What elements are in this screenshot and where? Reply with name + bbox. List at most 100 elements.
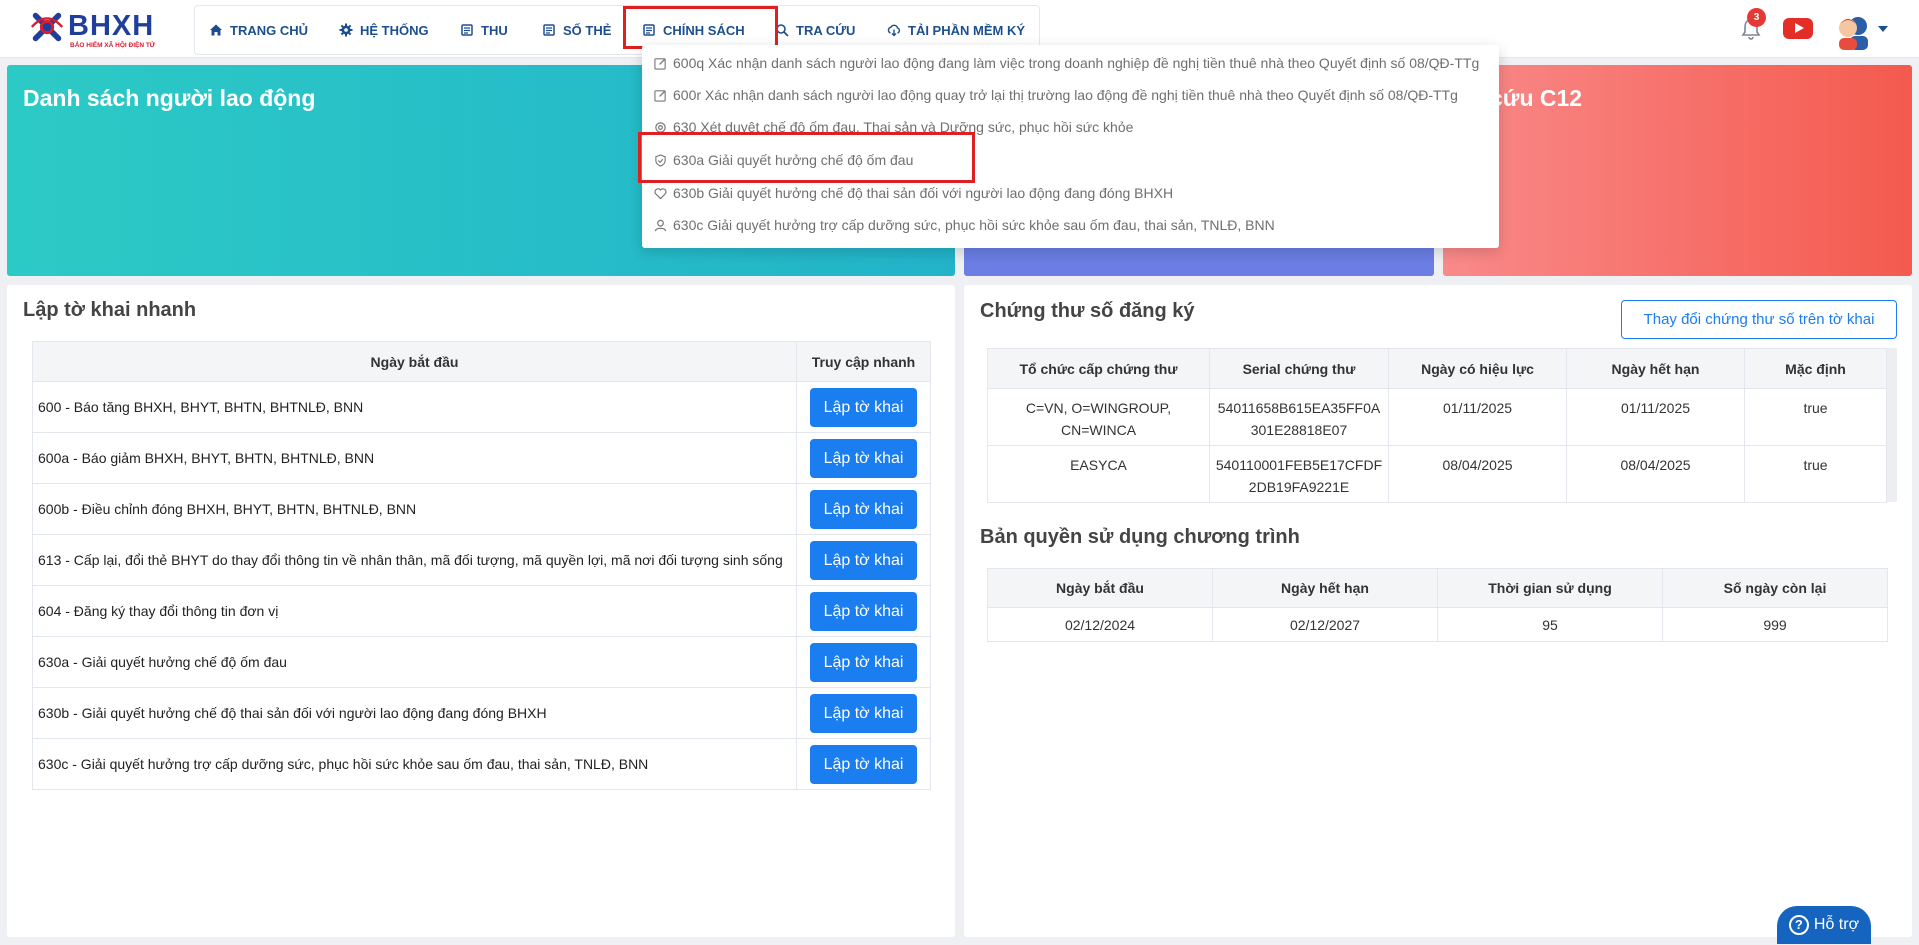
dropdown-item-630c[interactable]: 630c Giải quyết hưởng trợ cấp dưỡng sức,… (654, 212, 1275, 238)
nav-label: TRA CỨU (796, 22, 856, 38)
form-name: 604 - Đăng ký thay đổi thông tin đơn vị (32, 585, 797, 637)
cert-default: true (1744, 445, 1887, 503)
youtube-icon[interactable] (1783, 18, 1813, 39)
document-icon (643, 24, 655, 36)
nav-item-thu[interactable]: THU (460, 6, 508, 54)
nav-label: SỐ THẺ (563, 22, 612, 38)
cert-default: true (1744, 388, 1887, 446)
table-row: 630b - Giải quyết hưởng chế độ thai sản … (32, 687, 931, 739)
cert-serial: 2DB19FA9221E (1248, 479, 1350, 495)
column-header: Mặc định (1744, 348, 1887, 389)
create-declaration-button[interactable]: Lập tờ khai (810, 693, 917, 733)
cert-serial: 540110001FEB5E17CFDF (1215, 457, 1383, 473)
column-header: Thời gian sử dụng (1437, 568, 1663, 608)
table-row: 600 - Báo tăng BHXH, BHYT, BHTN, BHTNLĐ,… (32, 381, 931, 433)
quick-declaration-table: Ngày bắt đầu Truy cập nhanh 600 - Báo tă… (32, 341, 931, 790)
bhxh-logo[interactable]: BHXH BẢO HIỂM XÃ HỘI ĐIỆN TỬ (26, 6, 171, 52)
help-button[interactable]: ? Hỗ trợ (1777, 906, 1871, 944)
quick-declaration-panel: Lập tờ khai nhanh Ngày bắt đầu Truy cập … (7, 285, 955, 937)
dropdown-item-630[interactable]: 630 Xét duyệt chế độ ốm đau, Thai sản và… (654, 114, 1133, 140)
column-header: Ngày hết hạn (1566, 348, 1745, 389)
table-row: 600a - Báo giảm BHXH, BHYT, BHTN, BHTNLĐ… (32, 432, 931, 484)
table-scrollbar[interactable] (1887, 348, 1897, 502)
create-declaration-button[interactable]: Lập tờ khai (810, 387, 917, 427)
cert-serial: 54011658B615EA35FF0A (1217, 400, 1381, 416)
create-declaration-button[interactable]: Lập tờ khai (810, 540, 917, 580)
settings-icon (655, 121, 666, 133)
table-header-row: Ngày bắt đầu Ngày hết hạn Thời gian sử d… (987, 568, 1888, 608)
create-declaration-button[interactable]: Lập tờ khai (810, 642, 917, 682)
dropdown-item-label: 600r Xác nhận danh sách người lao động q… (673, 87, 1458, 103)
form-name: 600b - Điều chỉnh đóng BHXH, BHYT, BHTN,… (32, 483, 797, 535)
dropdown-item-label: 630c Giải quyết hưởng trợ cấp dưỡng sức,… (673, 217, 1275, 233)
column-header: Truy cập nhanh (796, 341, 931, 382)
create-declaration-button[interactable]: Lập tờ khai (810, 591, 917, 631)
nav-label: THU (481, 22, 508, 38)
license-used: 95 (1437, 607, 1663, 642)
dropdown-item-label: 630a Giải quyết hưởng chế độ ốm đau (673, 152, 914, 168)
nav-label: CHÍNH SÁCH (663, 22, 745, 38)
table-row: 02/12/2024 02/12/2027 95 999 (987, 607, 1888, 642)
gear-icon (339, 23, 353, 37)
column-header: Tổ chức cấp chứng thư (987, 348, 1210, 389)
dropdown-item-label: 630 Xét duyệt chế độ ốm đau, Thai sản và… (673, 119, 1134, 135)
cert-issuer: EASYCA (987, 445, 1210, 503)
license-remaining: 999 (1662, 607, 1888, 642)
column-header: Ngày hết hạn (1212, 568, 1438, 608)
dropdown-item-label: 630b Giải quyết hưởng chế độ thai sản đố… (673, 185, 1174, 201)
table-row: 630c - Giải quyết hưởng trợ cấp dưỡng sứ… (32, 738, 931, 790)
logo-subtitle: BẢO HIỂM XÃ HỘI ĐIỆN TỬ (70, 42, 156, 49)
bhxh-logo-icon (30, 12, 64, 42)
license-panel-title: Bản quyền sử dụng chương trình (980, 526, 1300, 548)
heart-icon (654, 187, 667, 199)
change-certificate-button[interactable]: Thay đổi chứng thư số trên tờ khai (1621, 300, 1897, 339)
nav-item-he-thong[interactable]: HỆ THỐNG (339, 6, 429, 54)
cert-panel-title: Chứng thư số đăng ký (980, 300, 1195, 322)
nav-item-so-the[interactable]: SỐ THẺ (542, 6, 611, 54)
nav-item-trang-chu[interactable]: TRANG CHỦ (209, 6, 308, 54)
table-row: 630a - Giải quyết hưởng chế độ ốm đau Lập… (32, 636, 931, 688)
user-icon (654, 219, 667, 231)
column-header: Ngày có hiệu lực (1388, 348, 1567, 389)
edit-icon (654, 89, 666, 102)
dropdown-item-630b[interactable]: 630b Giải quyết hưởng chế độ thai sản đố… (654, 180, 1173, 206)
table-header-row: Ngày bắt đầu Truy cập nhanh (32, 341, 931, 382)
cert-valid-from: 08/04/2025 (1388, 445, 1567, 503)
table-row[interactable]: EASYCA 540110001FEB5E17CFDF 2DB19FA9221E … (987, 445, 1887, 503)
form-name: 630c - Giải quyết hưởng trợ cấp dưỡng sứ… (32, 738, 797, 790)
form-name: 630a - Giải quyết hưởng chế độ ốm đau (32, 636, 797, 688)
cert-valid-to: 08/04/2025 (1566, 445, 1745, 503)
form-name: 613 - Cấp lại, đổi thẻ BHYT do thay đổi … (32, 534, 797, 586)
form-name: 600a - Báo giảm BHXH, BHYT, BHTN, BHTNLĐ… (32, 432, 797, 484)
certificate-table: Tổ chức cấp chứng thư Serial chứng thư N… (987, 348, 1887, 503)
table-row: 613 - Cấp lại, đổi thẻ BHYT do thay đổi … (32, 534, 931, 586)
chinh-sach-dropdown: 600q Xác nhận danh sách người lao động đ… (642, 45, 1499, 248)
home-icon (210, 24, 222, 36)
banner-c12[interactable]: cứu C12 (1443, 65, 1912, 276)
table-row: 604 - Đăng ký thay đổi thông tin đơn vị L… (32, 585, 931, 637)
license-end: 02/12/2027 (1212, 607, 1438, 642)
dropdown-item-630a[interactable]: 630a Giải quyết hưởng chế độ ốm đau (654, 147, 913, 173)
column-header: Số ngày còn lại (1662, 568, 1888, 608)
table-row[interactable]: C=VN, O=WINGROUP, CN=WINCA 54011658B615E… (987, 388, 1887, 446)
help-label: Hỗ trợ (1813, 916, 1860, 933)
document-icon (543, 24, 555, 36)
create-declaration-button[interactable]: Lập tờ khai (810, 489, 917, 529)
license-start: 02/12/2024 (987, 607, 1213, 642)
question-icon: ? (1788, 915, 1809, 935)
quick-panel-title: Lập tờ khai nhanh (23, 299, 197, 321)
cert-issuer: C=VN, O=WINGROUP, CN=WINCA (987, 388, 1210, 446)
license-table: Ngày bắt đầu Ngày hết hạn Thời gian sử d… (987, 568, 1888, 642)
dropdown-item-600r[interactable]: 600r Xác nhận danh sách người lao động q… (654, 82, 1458, 108)
banner-title-left: Danh sách người lao động (23, 85, 316, 111)
chevron-down-icon[interactable] (1878, 26, 1888, 32)
dropdown-item-600q[interactable]: 600q Xác nhận danh sách người lao động đ… (654, 50, 1479, 76)
create-declaration-button[interactable]: Lập tờ khai (810, 438, 917, 478)
dropdown-item-label: 600q Xác nhận danh sách người lao động đ… (673, 55, 1480, 71)
column-header: Serial chứng thư (1209, 348, 1389, 389)
banner-title-right: cứu C12 (1490, 85, 1583, 111)
table-header-row: Tổ chức cấp chứng thư Serial chứng thư N… (987, 348, 1887, 389)
create-declaration-button[interactable]: Lập tờ khai (810, 744, 917, 784)
nav-label: TẢI PHẦN MỀM KÝ (908, 22, 1025, 38)
avatar[interactable] (1833, 10, 1873, 50)
